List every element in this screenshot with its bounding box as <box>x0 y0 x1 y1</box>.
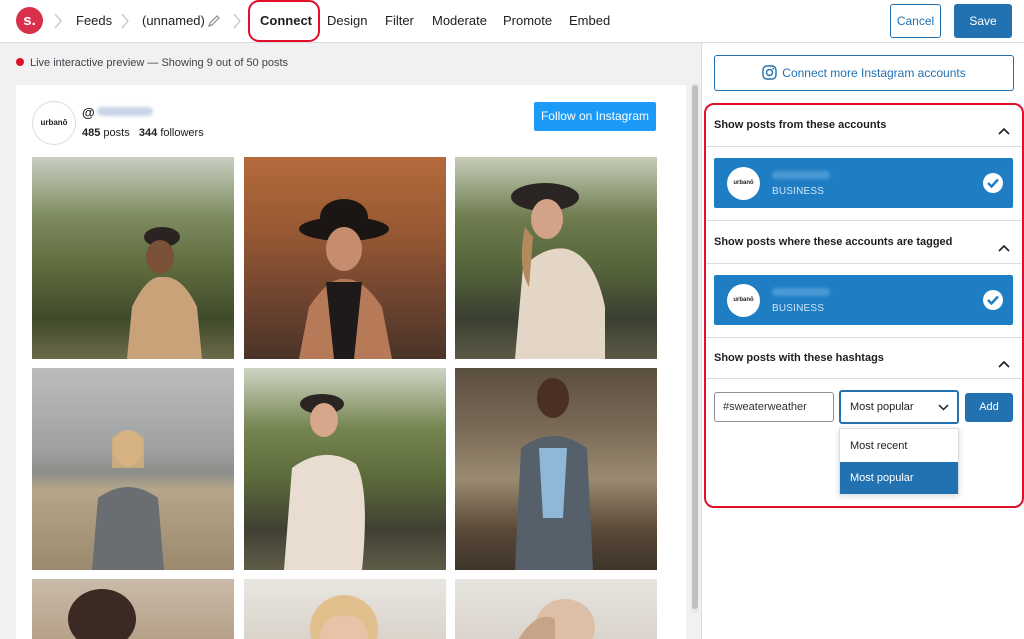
top-toolbar: s. Feeds (unnamed) Connect Design Filter… <box>0 0 1024 43</box>
profile-handle[interactable]: @ <box>82 105 153 120</box>
app-logo[interactable]: s. <box>16 7 43 34</box>
divider <box>706 263 1022 264</box>
blurred-account-name <box>772 288 830 296</box>
followers-label: followers <box>160 127 204 139</box>
cancel-button[interactable]: Cancel <box>890 4 941 38</box>
divider <box>706 378 1022 379</box>
feed-preview: urbanō @ 485 posts 344 followers Follow … <box>16 85 686 639</box>
sort-option-most-popular[interactable]: Most popular <box>840 462 958 494</box>
profile-stats: 485 posts 344 followers <box>82 127 204 139</box>
hashtag-input[interactable]: #sweaterweather <box>714 392 834 422</box>
posts-label: posts <box>103 127 130 139</box>
instagram-icon <box>762 65 777 80</box>
feed-photo[interactable] <box>244 157 446 359</box>
chevron-up-icon[interactable] <box>998 355 1010 368</box>
tab-promote[interactable]: Promote <box>503 13 552 28</box>
chevron-up-icon[interactable] <box>998 122 1010 135</box>
feed-photo[interactable] <box>455 368 657 570</box>
followers-count: 344 <box>138 127 158 139</box>
chevron-right-icon <box>120 13 130 29</box>
account-card[interactable]: urbanō BUSINESS <box>714 158 1013 208</box>
feed-photo[interactable] <box>32 579 234 639</box>
live-preview-status: Live interactive preview — Showing 9 out… <box>16 57 288 69</box>
account-card[interactable]: urbanō BUSINESS <box>714 275 1013 325</box>
preview-scrollbar-thumb[interactable] <box>692 85 698 609</box>
hashtag-sort-select[interactable]: Most popular <box>839 390 959 424</box>
save-button[interactable]: Save <box>954 4 1012 38</box>
account-avatar: urbanō <box>727 167 760 200</box>
account-type: BUSINESS <box>772 186 825 197</box>
posts-count: 485 <box>82 127 101 139</box>
sort-selected-value: Most popular <box>850 401 914 413</box>
tab-moderate[interactable]: Moderate <box>432 13 487 28</box>
feed-photo[interactable] <box>32 157 234 359</box>
connect-more-label: Connect more Instagram accounts <box>782 66 966 80</box>
chevron-up-icon[interactable] <box>998 239 1010 252</box>
tab-connect[interactable]: Connect <box>260 13 312 28</box>
divider <box>706 220 1022 221</box>
sort-option-most-recent[interactable]: Most recent <box>840 430 958 462</box>
preview-area: Live interactive preview — Showing 9 out… <box>0 43 701 639</box>
account-avatar: urbanō <box>727 284 760 317</box>
blurred-account-name <box>772 171 830 179</box>
blurred-username <box>96 107 153 116</box>
pencil-icon[interactable] <box>207 14 221 28</box>
tab-embed[interactable]: Embed <box>569 13 610 28</box>
tab-design[interactable]: Design <box>327 13 367 28</box>
divider <box>706 337 1022 338</box>
section-accounts-header[interactable]: Show posts from these accounts <box>714 119 886 131</box>
chevron-down-icon <box>938 404 949 411</box>
add-hashtag-button[interactable]: Add <box>965 393 1013 422</box>
profile-avatar[interactable]: urbanō <box>32 101 76 145</box>
handle-prefix: @ <box>82 105 95 120</box>
chevron-right-icon <box>53 13 63 29</box>
checkmark-icon[interactable] <box>982 172 1004 194</box>
live-indicator-icon <box>16 58 24 66</box>
live-preview-text: Live interactive preview — Showing 9 out… <box>30 57 289 69</box>
feed-photo[interactable] <box>32 368 234 570</box>
settings-sidebar: Connect more Instagram accounts Show pos… <box>701 43 1024 639</box>
follow-on-instagram-button[interactable]: Follow on Instagram <box>534 102 656 131</box>
nav-feeds[interactable]: Feeds <box>76 13 112 28</box>
section-tagged-header[interactable]: Show posts where these accounts are tagg… <box>714 236 952 248</box>
feed-name[interactable]: (unnamed) <box>142 13 205 28</box>
feed-photo[interactable] <box>244 579 446 639</box>
tab-filter[interactable]: Filter <box>385 13 414 28</box>
section-hashtags-header[interactable]: Show posts with these hashtags <box>714 352 884 364</box>
chevron-right-icon <box>232 13 242 29</box>
sort-dropdown-menu: Most recent Most popular <box>839 428 959 494</box>
feed-photo[interactable] <box>455 579 657 639</box>
connect-more-instagram-button[interactable]: Connect more Instagram accounts <box>714 55 1014 91</box>
divider <box>706 146 1022 147</box>
checkmark-icon[interactable] <box>982 289 1004 311</box>
account-type: BUSINESS <box>772 303 825 314</box>
feed-photo[interactable] <box>455 157 657 359</box>
feed-photo[interactable] <box>244 368 446 570</box>
